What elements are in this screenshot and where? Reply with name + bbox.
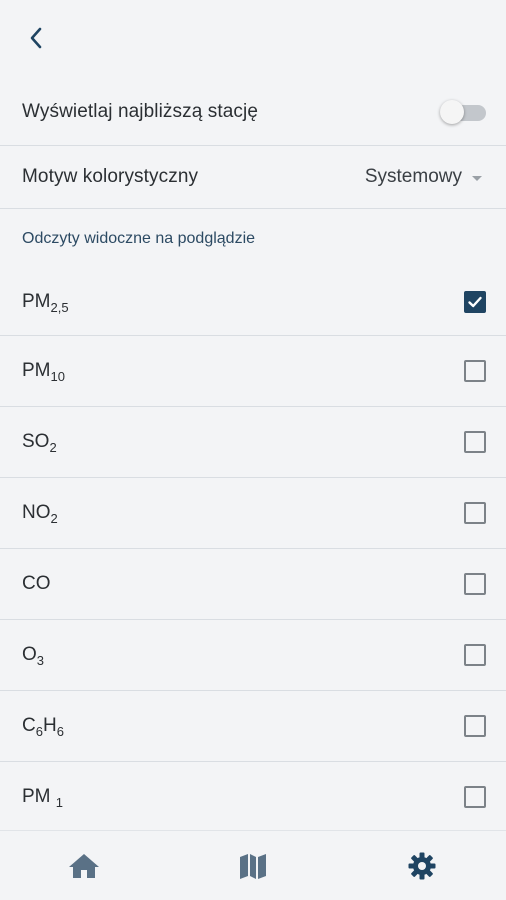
- chevron-left-icon: [30, 27, 42, 49]
- reading-checkbox[interactable]: [464, 291, 486, 313]
- nav-settings[interactable]: [392, 841, 452, 891]
- reading-label: NO2: [22, 502, 58, 526]
- readings-section-header: Odczyty widoczne na podglądzie: [0, 209, 506, 269]
- home-icon: [69, 853, 100, 878]
- reading-label: CO: [22, 573, 51, 594]
- reading-label: PM2,5: [22, 291, 69, 315]
- toggle-knob: [440, 99, 464, 124]
- reading-row-no2[interactable]: NO2: [0, 477, 506, 548]
- reading-row-pm1[interactable]: PM 1: [0, 761, 506, 832]
- reading-label: PM10: [22, 360, 65, 384]
- color-theme-select[interactable]: Systemowy: [365, 166, 482, 188]
- color-theme-label: Motyw kolorystyczny: [22, 166, 199, 187]
- reading-checkbox[interactable]: [464, 644, 486, 666]
- reading-label: C6H6: [22, 715, 64, 739]
- reading-checkbox[interactable]: [464, 573, 486, 595]
- reading-row-c6h6[interactable]: C6H6: [0, 690, 506, 761]
- reading-checkbox[interactable]: [464, 431, 486, 453]
- reading-row-co[interactable]: CO: [0, 548, 506, 619]
- bottom-navigation: [0, 830, 506, 900]
- reading-row-o3[interactable]: O3: [0, 619, 506, 690]
- reading-checkbox[interactable]: [464, 786, 486, 808]
- readings-section-title: Odczyty widoczne na podglądzie: [22, 230, 256, 247]
- top-bar: [0, 0, 506, 78]
- gear-icon: [408, 852, 436, 879]
- nav-map[interactable]: [223, 841, 283, 891]
- reading-row-pm25[interactable]: PM2,5: [0, 269, 506, 335]
- color-theme-row[interactable]: Motyw kolorystyczny Systemowy: [0, 146, 506, 209]
- caret-down-icon: [472, 175, 482, 181]
- nearest-station-row[interactable]: Wyświetlaj najbliższą stację: [0, 78, 506, 146]
- nearest-station-toggle[interactable]: [440, 99, 486, 125]
- reading-row-pm10[interactable]: PM10: [0, 335, 506, 406]
- nearest-station-label: Wyświetlaj najbliższą stację: [22, 100, 258, 122]
- back-button[interactable]: [16, 20, 56, 56]
- checkmark-icon: [468, 296, 482, 308]
- reading-checkbox[interactable]: [464, 715, 486, 737]
- reading-label: O3: [22, 644, 45, 668]
- reading-row-so2[interactable]: SO2: [0, 406, 506, 477]
- reading-checkbox[interactable]: [464, 502, 486, 524]
- nav-home[interactable]: [54, 841, 114, 891]
- color-theme-value: Systemowy: [364, 166, 462, 187]
- settings-screen: Wyświetlaj najbliższą stację Motyw kolor…: [0, 0, 506, 900]
- reading-label: PM 1: [22, 786, 64, 810]
- reading-checkbox[interactable]: [464, 360, 486, 382]
- reading-label: SO2: [22, 431, 57, 455]
- map-icon: [239, 853, 266, 879]
- readings-list: PM2,5 PM10 SO2 NO2 CO O3 C6H6 PM 1: [0, 269, 506, 832]
